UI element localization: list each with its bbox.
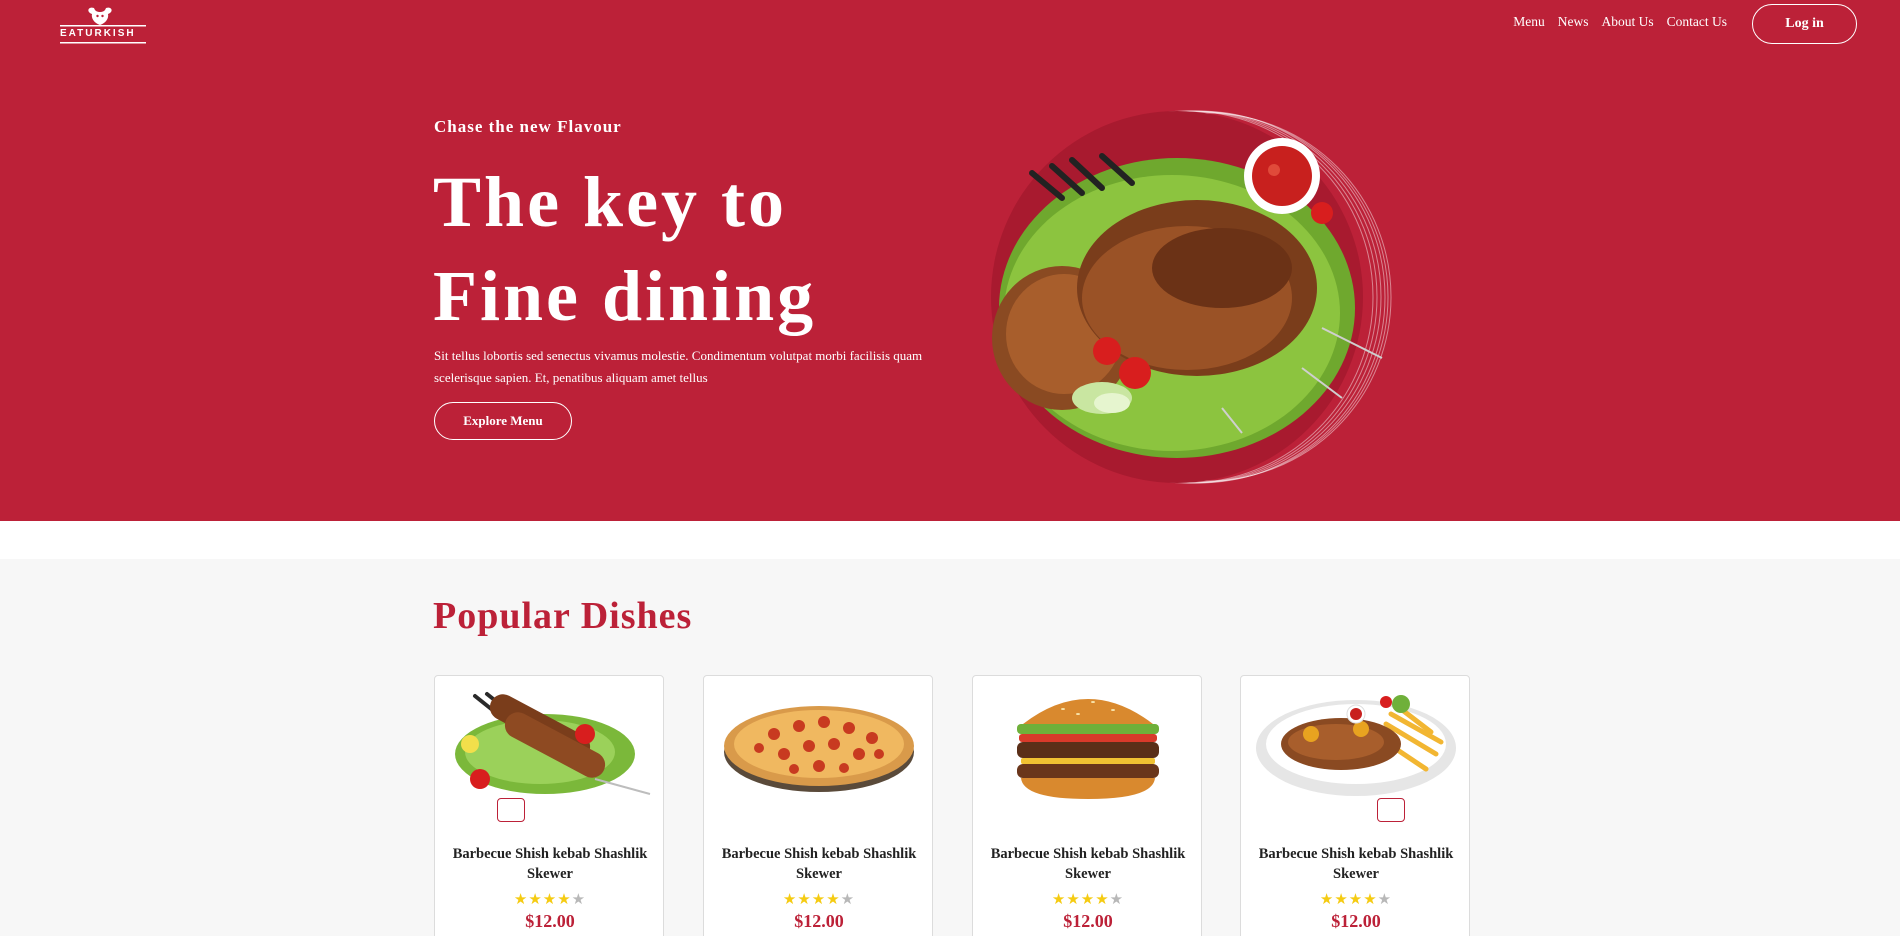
star-icon: ★★★★ — [782, 890, 841, 908]
dish-name: Barbecue Shish kebab Shashlik Skewer — [1258, 846, 1454, 882]
brand-logo[interactable]: EATURKISH — [58, 4, 148, 44]
star-empty-icon: ★ — [571, 890, 587, 908]
star-icon: ★★★★ — [1051, 890, 1110, 908]
hero-dish-image — [991, 110, 1392, 484]
dish-card[interactable]: Barbecue Shish kebab Shashlik Skewer ★★★… — [703, 675, 933, 936]
hero-description: Sit tellus lobortis sed senectus vivamus… — [434, 348, 923, 385]
nav-item-about-us[interactable]: About Us — [1601, 14, 1653, 30]
dish-image-burger — [1017, 699, 1159, 799]
popular-dishes-title: Popular Dishes — [433, 595, 693, 637]
dish-price: $12.00 — [794, 911, 844, 931]
headline-line-1: The key to — [433, 162, 787, 242]
dish-rating: ★★★★★ — [704, 890, 934, 908]
dish-card[interactable]: Barbecue Shish kebab Shashlik Skewer ★★★… — [972, 675, 1202, 936]
section-divider — [0, 521, 1900, 559]
hero-eyebrow: Chase the new Flavour — [434, 117, 622, 136]
explore-menu-button[interactable]: Explore Menu — [434, 402, 572, 440]
dish-image-kebab-plate-fries — [1256, 695, 1456, 796]
dish-image-pepperoni-pizza — [724, 706, 914, 792]
dish-name: Barbecue Shish kebab Shashlik Skewer — [721, 846, 917, 882]
dish-price: $12.00 — [1063, 911, 1113, 931]
dish-card[interactable]: Barbecue Shish kebab Shashlik Skewer ★★★… — [1240, 675, 1470, 936]
logo-underline — [60, 42, 146, 44]
dish-name: Barbecue Shish kebab Shashlik Skewer — [990, 846, 1186, 882]
hero-headline: The key to Fine dining — [433, 155, 953, 343]
dish-rating: ★★★★★ — [1241, 890, 1471, 908]
dish-card[interactable]: Barbecue Shish kebab Shashlik Skewer ★★★… — [434, 675, 664, 936]
star-empty-icon: ★ — [840, 890, 856, 908]
site-header: EATURKISH Menu News About Us Contact Us … — [0, 0, 1900, 48]
login-button[interactable]: Log in — [1752, 4, 1857, 44]
dish-name: Barbecue Shish kebab Shashlik Skewer — [452, 846, 648, 882]
dish-rating: ★★★★★ — [973, 890, 1203, 908]
bull-head-icon — [60, 7, 146, 27]
headline-line-2: Fine dining — [433, 256, 817, 336]
favorite-toggle[interactable] — [1377, 798, 1405, 822]
main-nav: Menu News About Us Contact Us — [1513, 14, 1727, 30]
brand-name: EATURKISH — [60, 28, 136, 39]
star-icon: ★★★★ — [513, 890, 572, 908]
nav-item-menu[interactable]: Menu — [1513, 14, 1545, 30]
dish-price: $12.00 — [1331, 911, 1381, 931]
dish-price: $12.00 — [525, 911, 575, 931]
nav-item-news[interactable]: News — [1558, 14, 1589, 30]
star-empty-icon: ★ — [1377, 890, 1393, 908]
dish-rating: ★★★★★ — [435, 890, 665, 908]
nav-item-contact-us[interactable]: Contact Us — [1667, 14, 1727, 30]
favorite-toggle[interactable] — [497, 798, 525, 822]
dish-image-kebab-skewers — [455, 692, 651, 795]
hero-section: EATURKISH Menu News About Us Contact Us … — [0, 0, 1900, 521]
star-icon: ★★★★ — [1319, 890, 1378, 908]
star-empty-icon: ★ — [1109, 890, 1125, 908]
